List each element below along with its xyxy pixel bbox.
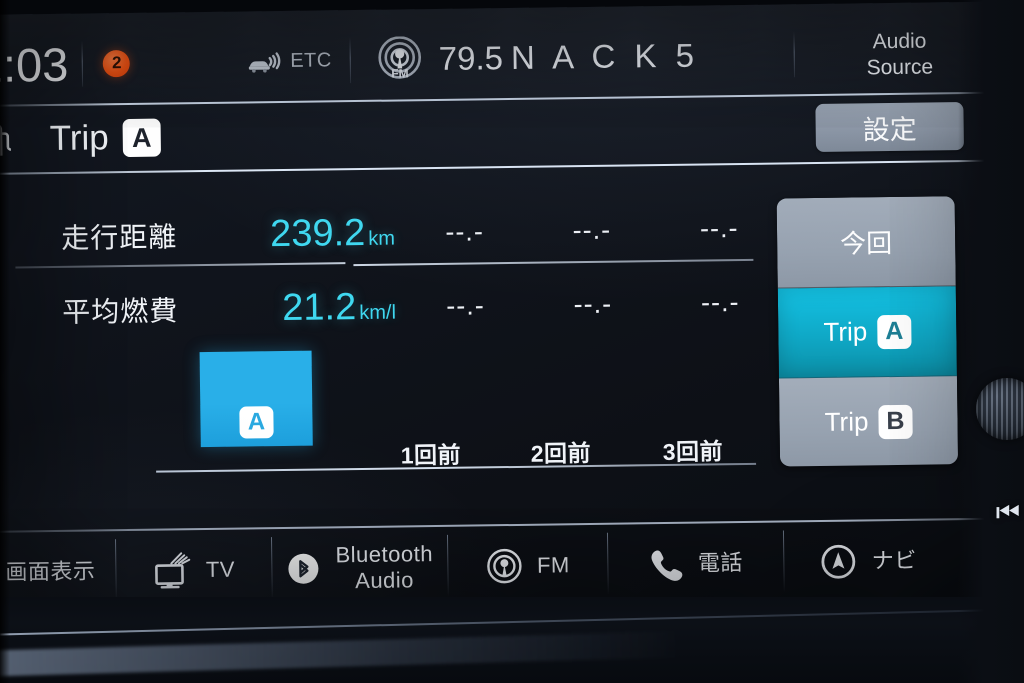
svg-text:FM: FM — [391, 66, 409, 80]
toolbar-label-display: 画面表示 — [5, 558, 96, 585]
toolbar-item-phone[interactable]: 電話 — [607, 522, 784, 604]
toolbar-label-bluetooth-line2: Audio — [355, 567, 415, 594]
status-divider-2 — [349, 37, 352, 84]
phone-handset-icon — [648, 546, 684, 582]
navigation-compass-icon — [820, 542, 858, 580]
selector-badge-b: B — [878, 404, 913, 439]
settings-button[interactable]: 設定 — [815, 102, 964, 153]
infotainment-photo: 1:03 2 ETC FM 79.5 N A C K 5 Audio Sourc… — [0, 0, 1024, 683]
selector-label-current: 今回 — [839, 228, 893, 259]
selector-item-current[interactable]: 今回 — [776, 196, 956, 289]
selector-label-trip-a: Trip — [823, 316, 868, 347]
row-value-economy: 21.2 km/l — [188, 285, 402, 331]
economy-history-2: --.- — [573, 288, 613, 319]
right-bezel — [958, 0, 1024, 683]
audio-source-label-line1: Audio — [872, 29, 927, 54]
chart-bar-badge: A — [239, 406, 274, 439]
etc-indicator: ETC — [248, 48, 332, 73]
fuel-economy-bar-chart: A 1回前 2回前 3回前 — [0, 342, 776, 472]
audio-source-button[interactable]: Audio Source — [824, 28, 975, 81]
toolbar-label-fm: FM — [536, 552, 570, 578]
chart-column-current: A — [191, 350, 322, 448]
toolbar-label-tv: TV — [205, 556, 236, 583]
economy-unit: km/l — [359, 301, 397, 324]
page-title-text: Trip — [49, 118, 109, 159]
row-label-distance: 走行距離 — [61, 221, 178, 254]
station-info: 79.5 N A C K 5 — [438, 37, 699, 78]
etc-car-signal-icon — [248, 49, 282, 73]
audio-source-label-line2: Source — [866, 55, 934, 79]
distance-unit: km — [368, 227, 396, 250]
row-value-distance: 239.2 km — [187, 211, 401, 257]
selector-item-trip-a[interactable]: Trip A — [777, 286, 957, 379]
skip-back-icon[interactable]: ⏮ — [996, 497, 1020, 529]
station-frequency: 79.5 — [438, 39, 504, 77]
trip-selector: 今回 Trip A Trip B — [776, 196, 959, 467]
economy-history-3: --.- — [700, 286, 740, 318]
tv-antenna-icon — [152, 550, 193, 591]
toolbar-label-navi: ナビ — [871, 547, 918, 574]
fm-radio-tower-icon: FM — [376, 36, 423, 83]
trip-panel: 走行距離 239.2 km --.- --.- --.- 平均燃費 21.2 km/… — [0, 163, 1024, 529]
bluetooth-icon — [285, 551, 321, 587]
status-divider-3 — [793, 31, 796, 78]
status-bar: 1:03 2 ETC FM 79.5 N A C K 5 Audio Sourc… — [0, 11, 1024, 105]
notification-badge[interactable]: 2 — [103, 49, 131, 77]
status-divider-1 — [81, 40, 84, 87]
selector-label-trip-b: Trip — [824, 406, 869, 437]
distance-history-3: --.- — [699, 212, 739, 244]
selector-item-trip-b[interactable]: Trip B — [778, 376, 959, 467]
toolbar-label-phone: 電話 — [697, 550, 744, 576]
infotainment-screen: 1:03 2 ETC FM 79.5 N A C K 5 Audio Sourc… — [0, 1, 1024, 613]
fm-radio-tower-icon — [485, 547, 523, 585]
row-label-economy: 平均燃費 — [62, 295, 179, 328]
etc-label: ETC — [290, 48, 332, 72]
distance-history-1: --.- — [445, 215, 485, 247]
station-name: N A C K 5 — [510, 36, 700, 76]
distance-history-2: --.- — [572, 214, 612, 245]
toolbar-item-navi[interactable]: ナビ — [783, 520, 954, 602]
table-row: 走行距離 239.2 km --.- --.- --.- — [0, 190, 783, 274]
left-edge-shadow — [0, 0, 10, 683]
table-row: 平均燃費 21.2 km/l --.- --.- --.- — [0, 264, 784, 348]
clock: 1:03 — [0, 37, 69, 92]
economy-value: 21.2 — [281, 285, 357, 329]
page-title-badge: A — [122, 118, 161, 158]
selector-badge-a: A — [877, 314, 912, 349]
distance-value: 239.2 — [269, 211, 366, 255]
economy-history-1: --.- — [446, 289, 485, 321]
toolbar-label-bluetooth-line1: Bluetooth — [335, 541, 434, 568]
chart-bar-current: A — [199, 350, 313, 448]
now-playing-group[interactable]: FM 79.5 N A C K 5 — [376, 33, 699, 83]
toolbar-label-bluetooth: Bluetooth Audio — [335, 541, 433, 594]
toolbar-item-fm[interactable]: FM — [447, 525, 608, 607]
page-title: Trip A — [50, 118, 161, 159]
